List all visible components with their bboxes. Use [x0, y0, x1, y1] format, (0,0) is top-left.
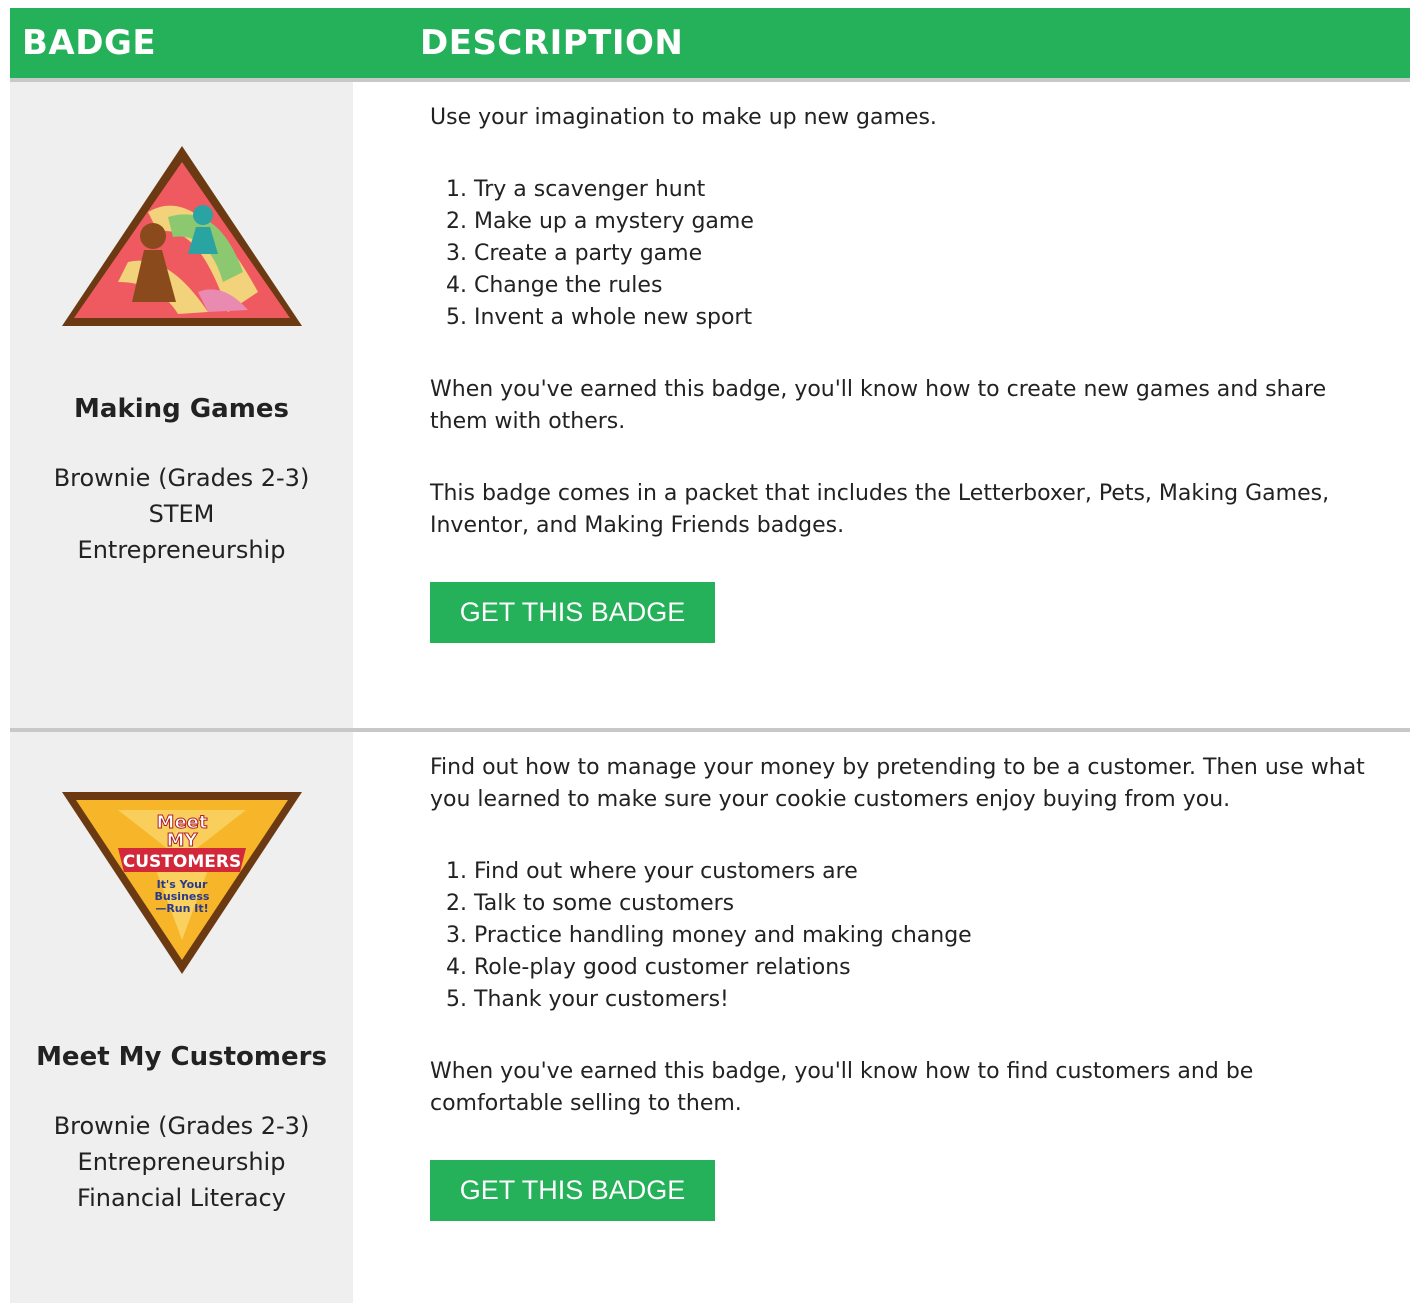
step-item: Role-play good customer relations [474, 952, 1390, 984]
step-item: Create a party game [474, 238, 1390, 270]
making-games-badge-icon [62, 146, 302, 326]
badge-intro: Use your imagination to make up new game… [430, 105, 937, 130]
step-item: Invent a whole new sport [474, 302, 1390, 334]
get-this-badge-button[interactable]: GET THIS BADGE [430, 582, 715, 643]
badge-steps: Try a scavenger hunt Make up a mystery g… [430, 174, 1390, 334]
badge-category: Entrepreneurship [77, 1148, 286, 1176]
badge-meta: Brownie (Grades 2-3) STEM Entrepreneursh… [10, 460, 353, 568]
badge-title: Making Games [74, 394, 289, 424]
svg-text:—Run It!: —Run It! [155, 902, 208, 915]
badge-title: Meet My Customers [36, 1042, 327, 1072]
badge-row: Making Games Brownie (Grades 2-3) STEM E… [10, 82, 1410, 728]
badge-cell: Making Games Brownie (Grades 2-3) STEM E… [10, 82, 353, 728]
step-item: Change the rules [474, 270, 1390, 302]
header-badge-label: BADGE [22, 23, 157, 63]
step-item: Find out where your customers are [474, 856, 1390, 888]
step-item: Make up a mystery game [474, 206, 1390, 238]
badge-packet-note: This badge comes in a packet that includ… [430, 481, 1330, 538]
badge-cell: Meet MY CUSTOMERS It's Your Business —Ru… [10, 732, 353, 1303]
badge-description: Use your imagination to make up new game… [430, 102, 1390, 643]
badge-meta: Brownie (Grades 2-3) Entrepreneurship Fi… [10, 1108, 353, 1216]
step-item: Try a scavenger hunt [474, 174, 1390, 206]
badge-outcome: When you've earned this badge, you'll kn… [430, 1059, 1254, 1116]
badge-description: Find out how to manage your money by pre… [430, 752, 1390, 1221]
badge-level: Brownie (Grades 2-3) [53, 1112, 310, 1140]
badge-table: BADGE DESCRIPTION Making Games Brownie (… [10, 8, 1410, 1303]
step-item: Talk to some customers [474, 888, 1390, 920]
description-cell: Use your imagination to make up new game… [353, 82, 1410, 728]
badge-outcome: When you've earned this badge, you'll kn… [430, 377, 1327, 434]
badge-level: Brownie (Grades 2-3) [53, 464, 310, 492]
svg-text:MY: MY [167, 830, 199, 851]
badge-steps: Find out where your customers are Talk t… [430, 856, 1390, 1016]
svg-text:CUSTOMERS: CUSTOMERS [123, 852, 241, 872]
header-description-label: DESCRIPTION [420, 23, 684, 63]
meet-my-customers-badge-icon: Meet MY CUSTOMERS It's Your Business —Ru… [62, 792, 302, 974]
badge-category: STEM [148, 500, 215, 528]
badge-intro: Find out how to manage your money by pre… [430, 755, 1365, 812]
step-item: Thank your customers! [474, 984, 1390, 1016]
step-item: Practice handling money and making chang… [474, 920, 1390, 952]
table-header: BADGE DESCRIPTION [10, 8, 1410, 78]
get-this-badge-button[interactable]: GET THIS BADGE [430, 1160, 715, 1221]
badge-category: Entrepreneurship [77, 536, 286, 564]
description-cell: Find out how to manage your money by pre… [353, 732, 1410, 1303]
badge-row: Meet MY CUSTOMERS It's Your Business —Ru… [10, 732, 1410, 1303]
badge-category: Financial Literacy [77, 1184, 286, 1212]
